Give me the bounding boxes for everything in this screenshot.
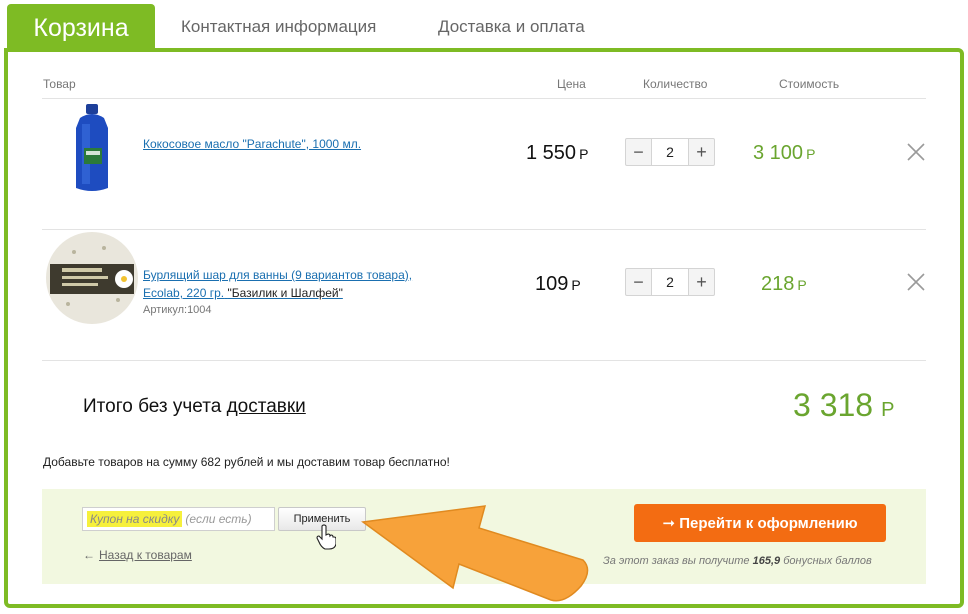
divider: [42, 98, 926, 99]
column-header-product: Товар: [43, 77, 76, 91]
quantity-stepper: − 2 +: [625, 138, 715, 166]
coupon-hint: (если есть): [185, 512, 252, 526]
item-cost: 218 Р: [761, 273, 807, 295]
decrease-quantity-button[interactable]: −: [626, 269, 651, 295]
coupon-placeholder: Купон на скидку: [87, 511, 183, 527]
increase-quantity-button[interactable]: +: [689, 269, 714, 295]
bonus-points-note: За этот заказ вы получите 165,9 бонусных…: [603, 555, 872, 567]
annotation-arrow-icon: [361, 505, 589, 602]
quantity-input[interactable]: 2: [651, 269, 689, 295]
coupon-input[interactable]: Купон на скидку (если есть): [82, 507, 275, 531]
checkout-tabs: Корзина Контактная информация Доставка и…: [0, 0, 968, 52]
hand-cursor-icon: [316, 524, 336, 550]
back-to-products-link[interactable]: ← Назад к товарам: [83, 548, 192, 562]
item-cost: 3 100 Р: [753, 142, 816, 164]
decrease-quantity-button[interactable]: −: [626, 139, 651, 165]
product-image-coconut-oil[interactable]: [70, 104, 114, 192]
left-arrow-icon: ←: [83, 548, 95, 562]
column-header-quantity: Количество: [643, 77, 708, 91]
column-header-cost: Стоимость: [779, 77, 840, 91]
product-link-coconut-oil[interactable]: Кокосовое масло "Parachute", 1000 мл.: [143, 135, 361, 153]
column-header-price: Цена: [557, 77, 586, 91]
increase-quantity-button[interactable]: +: [689, 139, 714, 165]
quantity-input[interactable]: 2: [651, 139, 689, 165]
product-link-bath-bomb[interactable]: Бурлящий шар для ванны (9 вариантов това…: [143, 266, 433, 302]
tab-contact-info[interactable]: Контактная информация: [181, 17, 376, 37]
total-value: 3 318 Р: [793, 387, 895, 423]
tab-cart[interactable]: Корзина: [7, 4, 155, 52]
item-price: 1 550 Р: [526, 142, 589, 164]
product-sku: Артикул:1004: [143, 304, 212, 316]
remove-item-icon[interactable]: [906, 142, 926, 162]
quantity-stepper: − 2 +: [625, 268, 715, 296]
remove-item-icon[interactable]: [906, 272, 926, 292]
free-delivery-note: Добавьте товаров на сумму 682 рублей и м…: [43, 455, 450, 469]
delivery-link[interactable]: доставки: [227, 396, 306, 417]
product-variant: "Базилик и Шалфей": [227, 286, 343, 300]
total-label: Итого без учета доставки: [83, 396, 306, 417]
divider: [42, 229, 926, 230]
proceed-to-checkout-button[interactable]: ➞ Перейти к оформлению: [634, 504, 886, 542]
product-image-bath-bomb[interactable]: [44, 230, 140, 326]
divider: [42, 360, 926, 361]
tab-delivery-payment[interactable]: Доставка и оплата: [438, 17, 585, 37]
item-price: 109 Р: [535, 273, 581, 295]
